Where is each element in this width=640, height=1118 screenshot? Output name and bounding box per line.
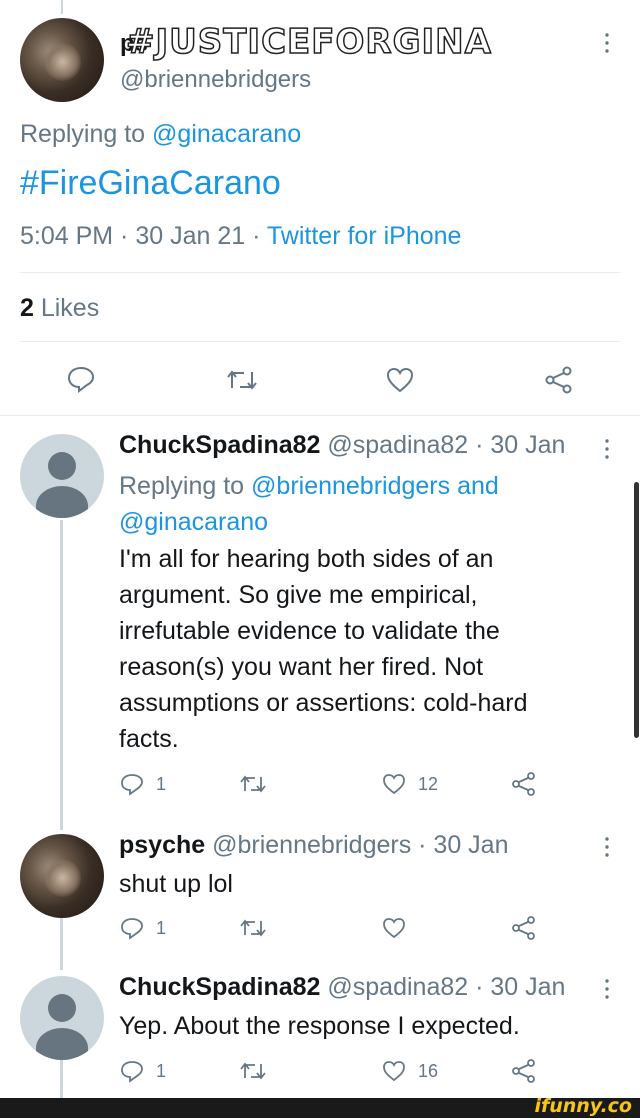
retweet-button[interactable] bbox=[240, 774, 266, 799]
share-button[interactable] bbox=[512, 1059, 536, 1088]
text-line: irrefutable evidence to validate the bbox=[119, 617, 500, 645]
replying-handle-link[interactable]: @ginacarano bbox=[152, 120, 301, 148]
text-line: argument. So give me empirical, bbox=[119, 581, 478, 609]
reply-header: psyche @briennebridgers · 30 Jan bbox=[119, 831, 509, 860]
reply-header: ChuckSpadina82 @spadina82 · 30 Jan bbox=[119, 973, 565, 1002]
reply-text: Yep. About the response I expected. bbox=[119, 1008, 520, 1044]
replying-prefix: Replying to bbox=[20, 120, 153, 148]
share-icon bbox=[512, 772, 535, 796]
share-button[interactable] bbox=[512, 916, 536, 945]
like-button[interactable]: 16 bbox=[382, 1060, 438, 1082]
more-icon bbox=[605, 33, 609, 53]
display-name[interactable]: ChuckSpadina82 bbox=[119, 431, 320, 459]
reply-text: shut up lol bbox=[119, 866, 233, 902]
like-button[interactable] bbox=[382, 917, 406, 944]
likes-label: Likes bbox=[33, 294, 100, 322]
retweet-icon bbox=[240, 775, 266, 793]
reply-button[interactable] bbox=[67, 366, 95, 397]
handle[interactable]: @briennebridgers bbox=[120, 66, 311, 94]
more-button[interactable] bbox=[604, 978, 610, 1005]
retweet-button[interactable] bbox=[240, 918, 266, 943]
like-count: 12 bbox=[418, 773, 439, 794]
reply-text: I'm all for hearing both sides of an arg… bbox=[119, 541, 528, 757]
replying-handle-link[interactable]: @ginacarano bbox=[119, 508, 268, 536]
reply-count: 1 bbox=[156, 917, 167, 938]
like-button[interactable]: 12 bbox=[382, 773, 438, 795]
watermark-text: ifunny.co bbox=[534, 1095, 632, 1117]
reply-button[interactable]: 1 bbox=[120, 917, 167, 940]
more-button[interactable] bbox=[604, 32, 610, 59]
avatar[interactable] bbox=[20, 18, 104, 102]
likes-count: 2 bbox=[20, 294, 34, 322]
display-name[interactable]: psyche bbox=[119, 831, 205, 859]
text-line: Yep. About the response I expected. bbox=[119, 1012, 520, 1040]
retweet-icon bbox=[240, 1062, 266, 1080]
reply-count: 1 bbox=[156, 1060, 167, 1081]
like-icon bbox=[383, 1061, 405, 1082]
like-icon bbox=[383, 918, 405, 939]
handle-date[interactable]: @spadina82 · 30 Jan bbox=[320, 431, 565, 459]
watermark-bar: ifunny.co bbox=[0, 1095, 640, 1118]
share-icon bbox=[512, 1059, 535, 1083]
scrollbar-thumb[interactable] bbox=[634, 482, 639, 738]
thread-line bbox=[60, 918, 63, 970]
display-name[interactable]: ChuckSpadina82 bbox=[119, 973, 320, 1001]
retweet-icon bbox=[227, 370, 257, 390]
like-count: 16 bbox=[418, 1060, 439, 1081]
divider bbox=[20, 341, 620, 342]
text-line: shut up lol bbox=[119, 870, 233, 898]
more-icon bbox=[605, 439, 609, 459]
like-icon bbox=[386, 367, 414, 393]
more-button[interactable] bbox=[604, 438, 610, 465]
share-button[interactable] bbox=[512, 772, 536, 801]
replying-to: Replying to @briennebridgers and @ginaca… bbox=[119, 468, 499, 540]
handle-date[interactable]: @briennebridgers · 30 Jan bbox=[205, 831, 508, 859]
reply-header: ChuckSpadina82 @spadina82 · 30 Jan bbox=[119, 431, 565, 460]
text-line: assumptions or assertions: cold-hard bbox=[119, 689, 528, 717]
reply-button[interactable]: 1 bbox=[120, 773, 167, 796]
tweet-source[interactable]: Twitter for iPhone bbox=[267, 222, 462, 250]
tweet-time[interactable]: 5:04 PM · 30 Jan 21 · bbox=[20, 222, 267, 250]
handle-date[interactable]: @spadina82 · 30 Jan bbox=[320, 973, 565, 1001]
thread-line-top bbox=[61, 0, 63, 14]
text-line: facts. bbox=[119, 725, 179, 753]
more-icon bbox=[605, 979, 609, 999]
divider bbox=[0, 415, 640, 416]
thread-line bbox=[60, 520, 63, 830]
reply-icon bbox=[121, 1061, 143, 1083]
like-button[interactable] bbox=[386, 367, 414, 398]
text-line: I'm all for hearing both sides of an bbox=[119, 545, 494, 573]
avatar[interactable] bbox=[20, 434, 104, 518]
reply-icon bbox=[67, 366, 95, 393]
replying-handle-link[interactable]: @briennebridgers and bbox=[251, 472, 499, 500]
tweet-text[interactable]: #FireGinaCarano bbox=[20, 164, 281, 203]
replying-to: Replying to @ginacarano bbox=[20, 120, 301, 149]
share-button[interactable] bbox=[545, 366, 573, 399]
retweet-icon bbox=[240, 919, 266, 937]
share-icon bbox=[512, 916, 535, 940]
divider bbox=[20, 272, 620, 273]
reply-icon bbox=[121, 774, 143, 796]
reply-icon bbox=[121, 918, 143, 940]
text-line: reason(s) you want her fired. Not bbox=[119, 653, 484, 681]
share-icon bbox=[545, 366, 572, 394]
name-overlay-text: #JUSTICEFORGINA bbox=[125, 21, 492, 63]
tweet-meta: 5:04 PM · 30 Jan 21 · Twitter for iPhone bbox=[20, 222, 461, 251]
thread-line bbox=[60, 1060, 63, 1100]
reply-button[interactable]: 1 bbox=[120, 1060, 167, 1083]
more-button[interactable] bbox=[604, 836, 610, 863]
likes-stat[interactable]: 2 Likes bbox=[20, 294, 99, 323]
avatar[interactable] bbox=[20, 976, 104, 1060]
reply-count: 1 bbox=[156, 773, 167, 794]
retweet-button[interactable] bbox=[226, 368, 258, 397]
retweet-button[interactable] bbox=[240, 1061, 266, 1086]
more-icon bbox=[605, 837, 609, 857]
avatar[interactable] bbox=[20, 834, 104, 918]
like-icon bbox=[383, 774, 405, 795]
replying-prefix: Replying to bbox=[119, 472, 252, 500]
